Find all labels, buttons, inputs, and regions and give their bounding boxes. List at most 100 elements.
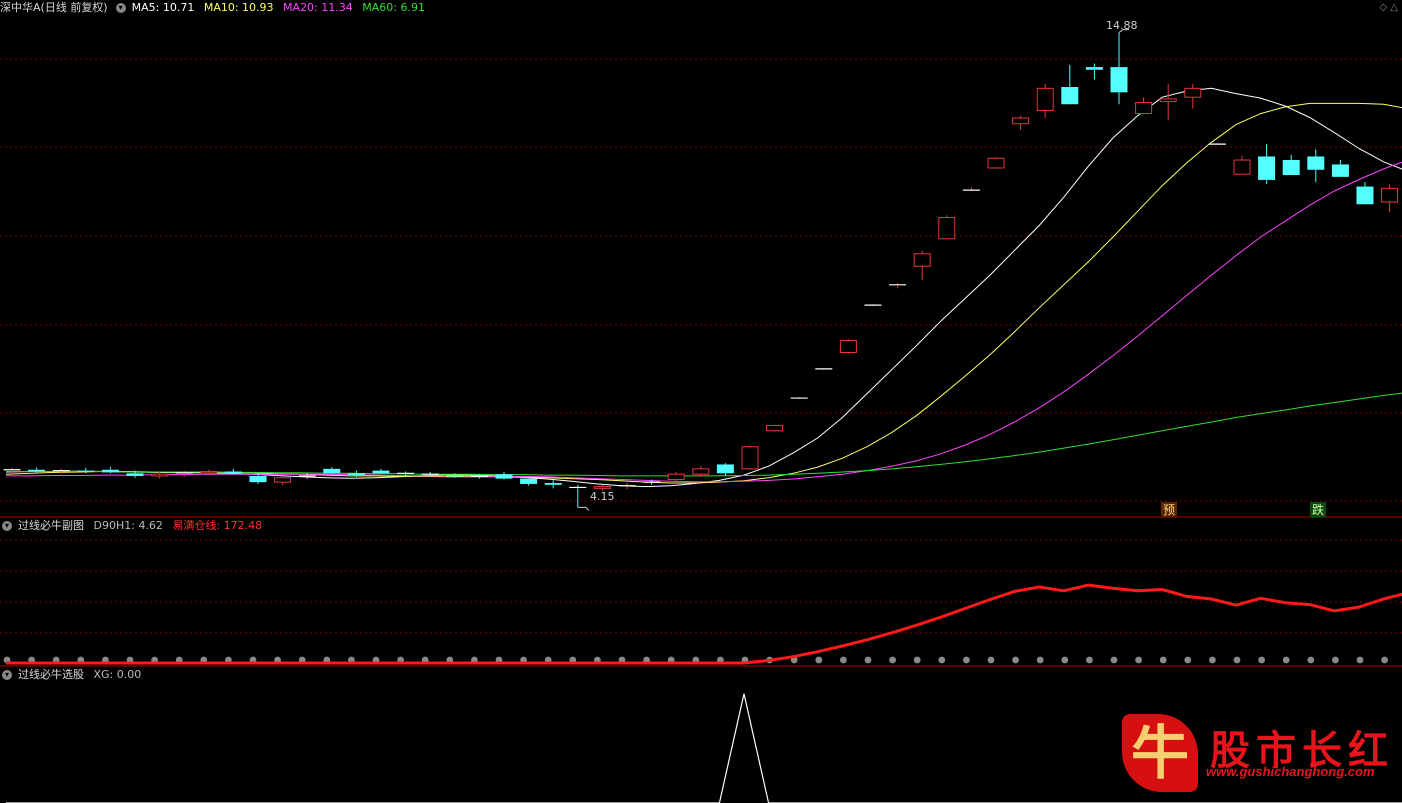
candle: [1159, 83, 1177, 121]
candle-body: [323, 468, 341, 474]
candle: [667, 471, 685, 483]
candle-body: [1258, 156, 1276, 180]
ma-lines: [5, 87, 1402, 488]
candle-body: [1085, 67, 1103, 70]
candle-body: [766, 425, 784, 432]
candles: [3, 32, 1399, 508]
candle: [1012, 115, 1030, 130]
watermark-logo: 牛 股市长红 www.gushichanghong.com: [1122, 708, 1402, 803]
ma20-value: MA20: 11.34: [283, 1, 353, 14]
stock-title: 深中华A(日线 前复权): [0, 1, 108, 14]
grid: [0, 58, 1402, 667]
candle: [1381, 184, 1399, 213]
sub1-dot: [1332, 656, 1339, 664]
candle: [741, 445, 759, 470]
candle-body: [593, 486, 611, 489]
candle: [618, 483, 636, 490]
candle-body: [667, 473, 685, 480]
candle: [1282, 154, 1300, 176]
sub1-dot: [1356, 656, 1364, 664]
sub1-dot: [938, 656, 946, 664]
sub1-dot: [963, 656, 970, 664]
mark-die: 跌: [1312, 502, 1324, 517]
candle-body: [1282, 160, 1300, 176]
bull-logo-icon: 牛: [1122, 714, 1198, 792]
collapse-icon[interactable]: ▾: [2, 670, 12, 680]
ma-line-ma5: [5, 87, 1402, 488]
sub2-header: ▾ 过线必牛选股 XG: 0.00: [0, 667, 147, 683]
annotations: 14.88 4.15 预 跌: [577, 19, 1326, 517]
candle-body: [938, 217, 956, 240]
candle-body: [224, 471, 242, 474]
candle-body: [1061, 87, 1079, 105]
candle: [938, 215, 956, 240]
sub1-dot: [1381, 656, 1388, 664]
candle: [274, 475, 292, 485]
candle-body: [692, 468, 710, 475]
candle-body: [249, 475, 267, 483]
collapse-icon[interactable]: ▾: [115, 3, 126, 13]
candle-body: [913, 253, 931, 267]
candle-body: [1184, 87, 1202, 98]
candle: [544, 480, 562, 489]
candle: [3, 467, 21, 475]
sub1-dot: [1036, 656, 1044, 664]
mark-yu: 预: [1163, 503, 1175, 517]
xg-value: XG: 0.00: [93, 668, 142, 681]
candle-body: [520, 478, 538, 484]
chart-canvas: 14.88 4.15 预 跌: [0, 19, 1402, 803]
candle: [1233, 155, 1251, 175]
candle: [1061, 64, 1079, 105]
sub1-dot: [913, 656, 921, 664]
candle-body: [1159, 98, 1177, 103]
candle-body: [372, 470, 390, 474]
candle-body: [1233, 159, 1251, 175]
sub1-dot: [1282, 656, 1290, 664]
sub1-dot: [1135, 656, 1142, 664]
ma60-value: MA60: 6.91: [362, 1, 425, 14]
collapse-icon[interactable]: ▾: [2, 521, 12, 531]
corner-arrows-icon[interactable]: ◇ △: [1379, 2, 1398, 13]
sub2-title: 过线必牛选股: [18, 668, 84, 681]
sub1-dot: [1061, 656, 1069, 664]
candle: [913, 250, 931, 281]
sub1-dot: [1110, 656, 1118, 664]
sub1-dot: [1086, 656, 1093, 664]
sub1-dot: [1258, 656, 1265, 664]
sub1-line: [6, 583, 1402, 665]
sub1-dot: [1307, 656, 1315, 664]
candle-body: [347, 473, 365, 476]
candle-body: [1381, 187, 1399, 203]
candle-body: [1012, 117, 1030, 125]
sub1-dot: [1159, 656, 1167, 664]
candle: [495, 471, 513, 480]
candle: [766, 424, 784, 432]
candle: [962, 187, 980, 191]
candle-body: [1307, 156, 1325, 170]
candle: [987, 157, 1005, 169]
candle-body: [101, 469, 119, 473]
candle: [716, 463, 734, 476]
candle: [1184, 83, 1202, 109]
low-pointer: [577, 506, 590, 511]
candle: [1331, 160, 1349, 177]
candle: [323, 467, 341, 475]
candle-body: [77, 470, 95, 472]
ma-line-ma20: [6, 161, 1402, 483]
candle-body: [200, 471, 218, 474]
candle-body: [1331, 164, 1349, 177]
candle: [1110, 32, 1128, 105]
ma-line-ma60: [6, 392, 1402, 477]
candle: [101, 467, 119, 474]
main-header: 深中华A(日线 前复权) ▾ MA5: 10.71 MA10: 10.93 MA20…: [0, 0, 431, 16]
candle: [864, 304, 882, 307]
low-label: 4.15: [590, 490, 615, 503]
candle: [569, 484, 587, 508]
sub1-dot: [1233, 656, 1241, 664]
candle-body: [1036, 87, 1054, 111]
candle: [1036, 83, 1054, 118]
candle-body: [1356, 186, 1374, 205]
candle: [1258, 144, 1276, 184]
candle-body: [151, 473, 169, 477]
candle: [1208, 143, 1226, 145]
